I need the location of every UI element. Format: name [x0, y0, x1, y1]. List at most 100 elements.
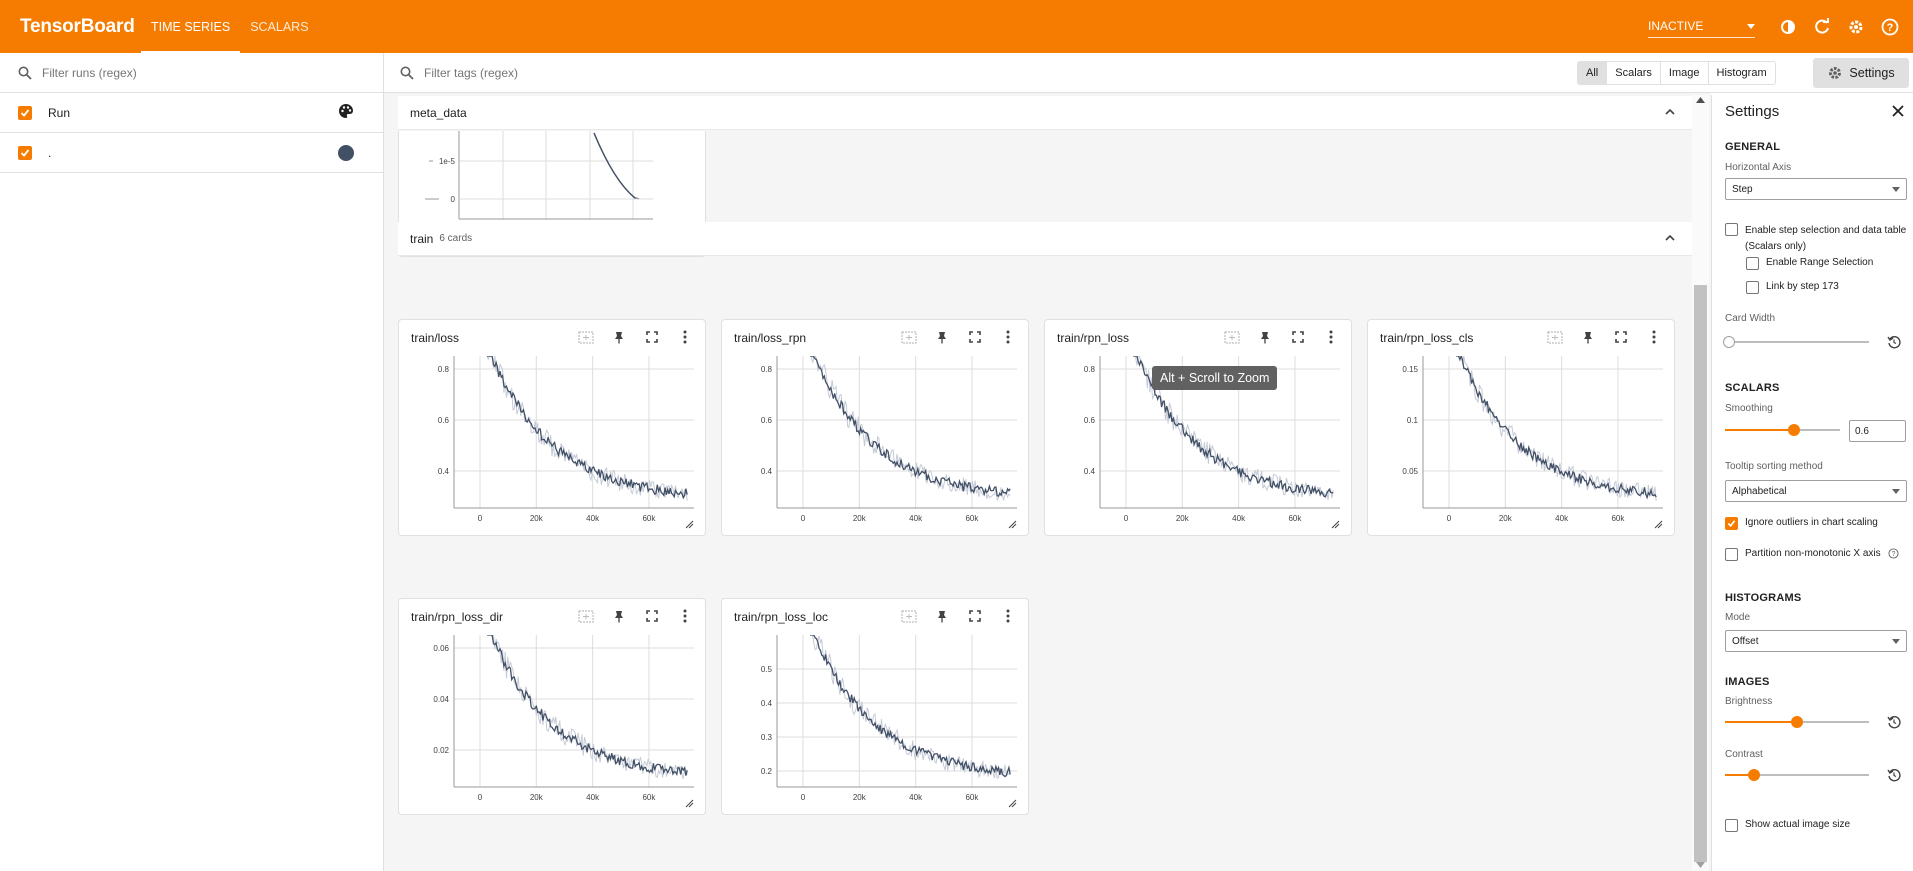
plugin-select[interactable]: INACTIVE	[1648, 16, 1755, 38]
scroll-thumb[interactable]	[1694, 285, 1707, 862]
scalar-chart[interactable]: 0.8 0.6 0.4 0 20k 40k 60k	[399, 356, 707, 537]
scalar-chart[interactable]: 0.5 0.4 0.3 0.2 0 20k 40k 60k	[722, 635, 1030, 816]
fit-domain-icon[interactable]	[569, 328, 602, 346]
type-image-button[interactable]: Image	[1661, 61, 1709, 84]
horizontal-axis-select[interactable]: Step	[1725, 178, 1907, 200]
tooltip-sort-select[interactable]: Alphabetical	[1725, 480, 1907, 502]
checkbox[interactable]	[1746, 281, 1759, 294]
plugin-select-value: INACTIVE	[1648, 19, 1704, 33]
pin-icon[interactable]	[602, 328, 635, 346]
slider-thumb[interactable]	[1791, 716, 1803, 728]
fullscreen-icon[interactable]	[1604, 328, 1637, 346]
scroll-up-icon[interactable]	[1696, 97, 1705, 103]
partition-checkbox[interactable]: Partition non-monotonic X axis ?	[1725, 548, 1899, 561]
run-row: Run	[0, 93, 383, 133]
group-header-train[interactable]: train 6 cards	[398, 222, 1694, 256]
scrollbar[interactable]	[1692, 95, 1709, 871]
fullscreen-icon[interactable]	[635, 607, 668, 625]
smoothing-input[interactable]: 0.6	[1849, 420, 1906, 442]
slider-thumb[interactable]	[1723, 336, 1735, 348]
range-selection-label: Enable Range Selection	[1766, 257, 1874, 268]
fullscreen-icon[interactable]	[635, 328, 668, 346]
card-title: train/rpn_loss	[1057, 331, 1130, 345]
more-vert-icon[interactable]	[668, 328, 701, 346]
fit-domain-icon[interactable]	[1538, 328, 1571, 346]
more-vert-icon[interactable]	[991, 607, 1024, 625]
actual-size-checkbox[interactable]: Show actual image size	[1725, 819, 1850, 832]
palette-icon[interactable]	[338, 103, 354, 122]
fit-domain-icon[interactable]	[892, 607, 925, 625]
card-toolbar	[569, 607, 701, 625]
type-all-button[interactable]: All	[1578, 61, 1608, 84]
chevron-down-icon	[1747, 23, 1755, 29]
checkbox[interactable]	[1725, 223, 1738, 236]
help-icon[interactable]: ?	[1888, 548, 1899, 559]
reset-icon[interactable]	[1887, 335, 1901, 349]
chevron-up-icon[interactable]	[1664, 106, 1676, 118]
pin-icon[interactable]	[925, 607, 958, 625]
checkbox[interactable]	[1746, 257, 1759, 270]
runs-filter[interactable]: Filter runs (regex)	[0, 53, 383, 93]
link-by-step-checkbox[interactable]: Link by step 173	[1746, 281, 1839, 294]
resize-handle-icon[interactable]	[1331, 520, 1340, 529]
gear-icon[interactable]	[1839, 10, 1873, 44]
tab-time-series[interactable]: TIME SERIES	[141, 0, 241, 53]
ignore-outliers-checkbox[interactable]: Ignore outliers in chart scaling	[1725, 517, 1878, 530]
theme-toggle-icon[interactable]	[1771, 10, 1805, 44]
checkbox[interactable]	[1725, 517, 1738, 530]
fullscreen-icon[interactable]	[958, 328, 991, 346]
pin-icon[interactable]	[1248, 328, 1281, 346]
refresh-icon[interactable]	[1805, 10, 1839, 44]
resize-handle-icon[interactable]	[685, 520, 694, 529]
more-vert-icon[interactable]	[991, 328, 1024, 346]
pin-icon[interactable]	[1571, 328, 1604, 346]
histogram-mode-select[interactable]: Offset	[1725, 630, 1907, 652]
contrast-slider[interactable]	[1725, 768, 1869, 782]
fullscreen-icon[interactable]	[1281, 328, 1314, 346]
more-vert-icon[interactable]	[1314, 328, 1347, 346]
resize-handle-icon[interactable]	[1654, 520, 1663, 529]
run-row: .	[0, 133, 383, 173]
fullscreen-icon[interactable]	[958, 607, 991, 625]
brightness-slider[interactable]	[1725, 715, 1869, 729]
pin-icon[interactable]	[925, 328, 958, 346]
fit-domain-icon[interactable]	[892, 328, 925, 346]
card-toolbar	[1538, 328, 1670, 346]
chevron-up-icon[interactable]	[1664, 232, 1676, 244]
smoothing-slider[interactable]	[1725, 423, 1840, 437]
settings-button[interactable]: Settings	[1813, 57, 1909, 88]
slider-thumb[interactable]	[1747, 769, 1760, 781]
tags-filter[interactable]: Filter tags (regex)	[384, 66, 1574, 80]
more-vert-icon[interactable]	[668, 607, 701, 625]
card-width-slider[interactable]	[1723, 335, 1869, 349]
more-vert-icon[interactable]	[1637, 328, 1670, 346]
type-scalars-button[interactable]: Scalars	[1607, 61, 1661, 84]
card-toolbar	[892, 607, 1024, 625]
close-icon[interactable]	[1891, 104, 1905, 118]
resize-handle-icon[interactable]	[1008, 799, 1017, 808]
reset-icon[interactable]	[1887, 715, 1901, 729]
tab-scalars[interactable]: SCALARS	[240, 0, 318, 53]
scalar-chart[interactable]: 0.15 0.1 0.05 0 20k 40k 60k	[1368, 356, 1676, 537]
reset-icon[interactable]	[1887, 768, 1901, 782]
type-histogram-button[interactable]: Histogram	[1709, 62, 1775, 84]
checkbox[interactable]	[1725, 548, 1738, 561]
pin-icon[interactable]	[602, 607, 635, 625]
slider-thumb[interactable]	[1788, 424, 1800, 436]
fit-domain-icon[interactable]	[1215, 328, 1248, 346]
resize-handle-icon[interactable]	[685, 799, 694, 808]
run-color-swatch[interactable]	[338, 144, 354, 161]
checkbox[interactable]	[1725, 819, 1738, 832]
step-selection-checkbox[interactable]: Enable step selection and data table (Sca…	[1725, 223, 1910, 255]
scalar-chart[interactable]: 0.8 0.6 0.4 0 20k 40k 60k	[722, 356, 1030, 537]
resize-handle-icon[interactable]	[1008, 520, 1017, 529]
scalar-chart[interactable]: 0.06 0.04 0.02 0 20k 40k 60k	[399, 635, 707, 816]
run-checkbox[interactable]	[18, 145, 32, 160]
fit-domain-icon[interactable]	[569, 607, 602, 625]
group-header-meta[interactable]: meta_data	[398, 96, 1694, 130]
run-checkbox[interactable]	[18, 105, 32, 120]
range-selection-checkbox[interactable]: Enable Range Selection	[1746, 257, 1873, 270]
y-tick-label: 0.15	[1402, 365, 1418, 374]
scroll-down-icon[interactable]	[1696, 862, 1705, 868]
help-icon[interactable]: ?	[1873, 10, 1907, 44]
